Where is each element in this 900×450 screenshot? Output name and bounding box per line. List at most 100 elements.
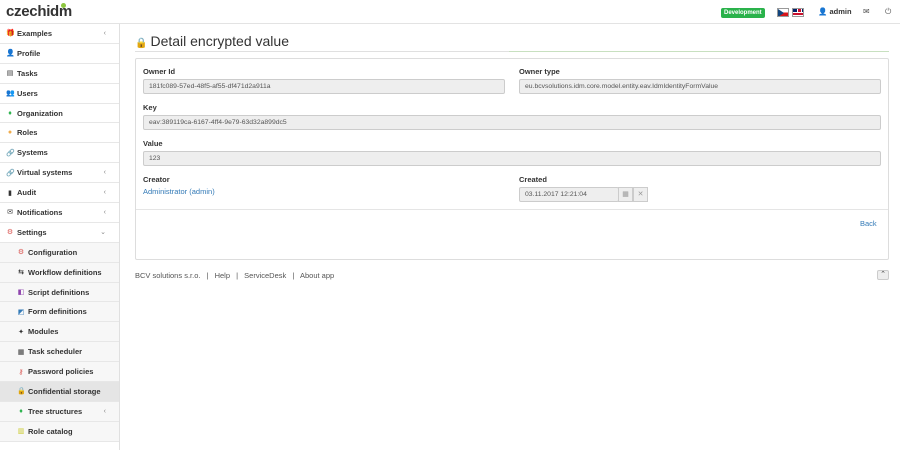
gear-icon: ⚙	[6, 229, 14, 237]
sidebar-item-label: Users	[17, 88, 38, 98]
sidebar-item-notifications[interactable]: ✉ Notifications ‹	[0, 203, 119, 223]
sidebar-item-label: Systems	[17, 148, 48, 158]
sidebar-item-form-definitions[interactable]: ◩ Form definitions	[0, 302, 119, 323]
sidebar-item-systems[interactable]: 🔗 Systems	[0, 143, 119, 164]
english-flag-icon[interactable]	[792, 8, 804, 17]
czech-flag-icon[interactable]	[777, 8, 789, 17]
value-label: Value	[143, 139, 163, 148]
page-footer: BCV solutions s.r.o. | Help | ServiceDes…	[135, 271, 338, 280]
clear-icon[interactable]: ✕	[633, 187, 648, 202]
owner-id-field[interactable]: 181fc089-57ed-48f5-af55-df471d2a911a	[143, 79, 505, 94]
chevron-icon: ⌄	[100, 229, 106, 237]
sidebar: 🎁 Examples ‹ 👤 Profile ▤ Tasks 👥 Users ♦ Organizat…	[0, 24, 120, 450]
sidebar-item-configuration[interactable]: ⚙ Configuration	[0, 242, 119, 263]
catalog-icon: ▥	[17, 428, 25, 436]
sidebar-item-password-policies[interactable]: ⚷ Password policies	[0, 362, 119, 383]
sidebar-item-label: Workflow definitions	[28, 267, 102, 277]
sidebar-item-label: Modules	[28, 327, 59, 337]
sidebar-item-roles[interactable]: ● Roles	[0, 123, 119, 144]
sidebar-item-tree-structures[interactable]: ♦ Tree structures ‹	[0, 401, 119, 422]
user-icon: 👤	[818, 7, 828, 16]
sidebar-item-workflow-definitions[interactable]: ⇆ Workflow definitions	[0, 262, 119, 283]
value-field[interactable]: 123	[143, 151, 881, 166]
creator-link[interactable]: Administrator (admin)	[143, 187, 215, 196]
user-name: admin	[829, 7, 852, 16]
footer-about-link[interactable]: About app	[300, 271, 334, 280]
sidebar-item-profile[interactable]: 👤 Profile	[0, 44, 119, 64]
footer-separator: |	[292, 271, 295, 280]
key-label: Key	[143, 103, 157, 112]
sidebar-item-role-catalog[interactable]: ▥ Role catalog	[0, 421, 119, 442]
footer-servicedesk-link[interactable]: ServiceDesk	[244, 271, 286, 280]
owner-id-label: Owner Id	[143, 67, 176, 76]
chevron-icon: ‹	[103, 169, 106, 177]
envelope-icon: ✉	[7, 209, 13, 217]
sidebar-item-label: Configuration	[28, 247, 78, 257]
sidebar-item-users[interactable]: 👥 Users	[0, 84, 119, 104]
footer-company: BCV solutions s.r.o.	[135, 271, 201, 280]
link-icon: 🔗	[6, 149, 15, 157]
puzzle-icon: ✦	[18, 328, 24, 336]
sidebar-item-label: Task scheduler	[28, 347, 83, 357]
sidebar-item-label: Confidential storage	[28, 386, 101, 396]
sidebar-item-label: Profile	[17, 48, 41, 58]
sidebar-item-label: Settings	[17, 227, 47, 237]
gear-icon: ⚙	[17, 249, 25, 257]
form-icon: ◩	[17, 308, 25, 316]
tree-icon: ♦	[19, 407, 23, 415]
sidebar-item-label: Role catalog	[28, 426, 73, 436]
sidebar-item-label: Notifications	[17, 207, 63, 217]
sidebar-item-organization[interactable]: ♦ Organization	[0, 104, 119, 124]
sidebar-item-settings[interactable]: ⚙ Settings ⌄	[0, 223, 119, 243]
user-icon: 👤	[6, 50, 15, 58]
sidebar-item-task-scheduler[interactable]: ▦ Task scheduler	[0, 342, 119, 363]
key-field[interactable]: eav:389119ca-6167-4ff4-9e79-63d32a899dc5	[143, 115, 881, 130]
sidebar-item-script-definitions[interactable]: ◧ Script definitions	[0, 282, 119, 303]
tree-icon: ♦	[8, 109, 12, 117]
gift-icon: 🎁	[6, 30, 15, 38]
chevron-icon: ‹	[103, 29, 106, 37]
sidebar-item-label: Script definitions	[28, 287, 90, 297]
detail-panel: Owner Id 181fc089-57ed-48f5-af55-df471d2…	[135, 58, 889, 260]
sidebar-item-confidential-storage[interactable]: 🔒 Confidential storage	[0, 382, 119, 402]
owner-type-label: Owner type	[519, 67, 560, 76]
owner-type-field[interactable]: eu.bcvsolutions.idm.core.model.entity.ea…	[519, 79, 881, 94]
calendar-icon[interactable]: ▦	[618, 187, 633, 202]
role-icon: ●	[7, 129, 13, 137]
footer-help-link[interactable]: Help	[215, 271, 230, 280]
page-title-text: Detail encrypted value	[150, 33, 289, 49]
power-icon[interactable]: ⏻	[885, 7, 891, 17]
tasks-icon: ▤	[6, 70, 14, 78]
environment-badge: Development	[721, 8, 765, 18]
sidebar-item-tasks[interactable]: ▤ Tasks	[0, 64, 119, 84]
sidebar-item-label: Audit	[17, 188, 37, 198]
link-icon: 🔗	[6, 169, 15, 177]
top-navbar: czechidm Development 👤 admin ✉ ⏻	[0, 0, 900, 24]
key-icon: ⚷	[18, 368, 24, 376]
sidebar-item-label: Examples	[17, 28, 53, 38]
scroll-top-button[interactable]: ⌃	[877, 270, 889, 280]
chevron-icon: ‹	[103, 208, 106, 216]
created-label: Created	[519, 175, 547, 184]
users-icon: 👥	[6, 90, 15, 98]
sidebar-item-virtual-systems[interactable]: 🔗 Virtual systems ‹	[0, 163, 119, 184]
back-button[interactable]: Back	[860, 219, 877, 228]
user-menu[interactable]: 👤 admin	[818, 7, 852, 16]
sidebar-item-label: Form definitions	[28, 307, 87, 317]
sidebar-item-audit[interactable]: ▮ Audit ‹	[0, 183, 119, 204]
sidebar-item-label: Roles	[17, 128, 38, 138]
sidebar-item-modules[interactable]: ✦ Modules	[0, 322, 119, 343]
lock-icon: 🔒	[135, 38, 148, 49]
chevron-icon: ‹	[103, 189, 106, 197]
envelope-icon[interactable]: ✉	[863, 7, 870, 16]
sidebar-item-label: Tree structures	[28, 406, 83, 416]
sidebar-item-label: Password policies	[28, 367, 94, 377]
logo[interactable]: czechidm	[6, 3, 72, 20]
footer-separator: |	[236, 271, 239, 280]
chart-icon: ▮	[8, 189, 12, 197]
created-field[interactable]: 03.11.2017 12:21:04	[519, 187, 619, 202]
sidebar-item-label: Organization	[17, 108, 63, 118]
creator-label: Creator	[143, 175, 170, 184]
script-icon: ◧	[17, 289, 25, 297]
sidebar-item-examples[interactable]: 🎁 Examples ‹	[0, 24, 119, 44]
